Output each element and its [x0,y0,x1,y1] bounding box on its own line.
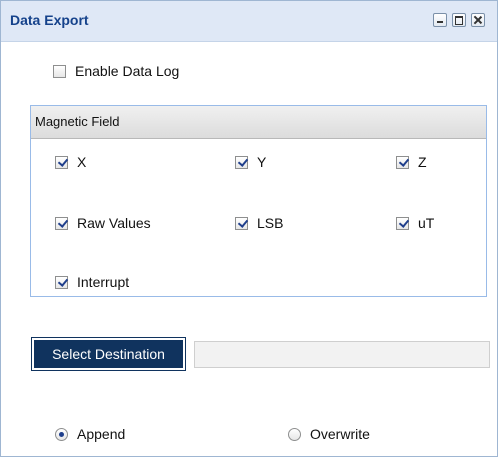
enable-data-log-checkbox[interactable]: Enable Data Log [53,63,179,79]
data-export-window: Data Export Enable Data Log Magnetic Fie… [0,0,498,457]
interrupt-label: Interrupt [77,274,130,290]
append-label: Append [77,426,126,442]
append-radio[interactable]: Append [55,426,125,442]
magnetic-field-group: Magnetic Field [30,105,487,297]
checkbox-checked-icon[interactable] [235,216,248,230]
lsb-label: LSB [257,215,284,231]
checkbox-checked-icon[interactable] [396,155,409,169]
checkbox-checked-icon[interactable] [396,216,409,230]
select-destination-button[interactable]: Select Destination [31,337,186,371]
checkbox-checked-icon[interactable] [55,216,68,230]
ut-label: uT [418,215,435,231]
title-bar[interactable]: Data Export [1,1,497,42]
raw-values-label: Raw Values [77,215,151,231]
magnetic-field-header: Magnetic Field [31,106,486,139]
y-label: Y [257,154,267,170]
overwrite-label: Overwrite [310,426,370,442]
y-checkbox[interactable]: Y [235,154,266,170]
x-label: X [77,154,87,170]
minimize-icon[interactable] [433,13,447,27]
ut-checkbox[interactable]: uT [396,215,434,231]
checkbox-checked-icon[interactable] [55,275,68,289]
magnetic-field-title: Magnetic Field [35,114,120,129]
lsb-checkbox[interactable]: LSB [235,215,283,231]
checkbox-icon[interactable] [53,64,66,78]
checkbox-checked-icon[interactable] [235,155,248,169]
raw-values-checkbox[interactable]: Raw Values [55,215,151,231]
z-label: Z [418,154,427,170]
overwrite-radio[interactable]: Overwrite [288,426,370,442]
radio-selected-icon[interactable] [55,427,68,441]
destination-path-field[interactable] [194,341,490,368]
close-icon[interactable] [471,13,485,27]
checkbox-checked-icon[interactable] [55,155,68,169]
radio-icon[interactable] [288,427,301,441]
enable-data-log-label: Enable Data Log [75,63,180,79]
interrupt-checkbox[interactable]: Interrupt [55,274,129,290]
z-checkbox[interactable]: Z [396,154,427,170]
maximize-icon[interactable] [452,13,466,27]
x-checkbox[interactable]: X [55,154,86,170]
window-title: Data Export [10,12,89,28]
